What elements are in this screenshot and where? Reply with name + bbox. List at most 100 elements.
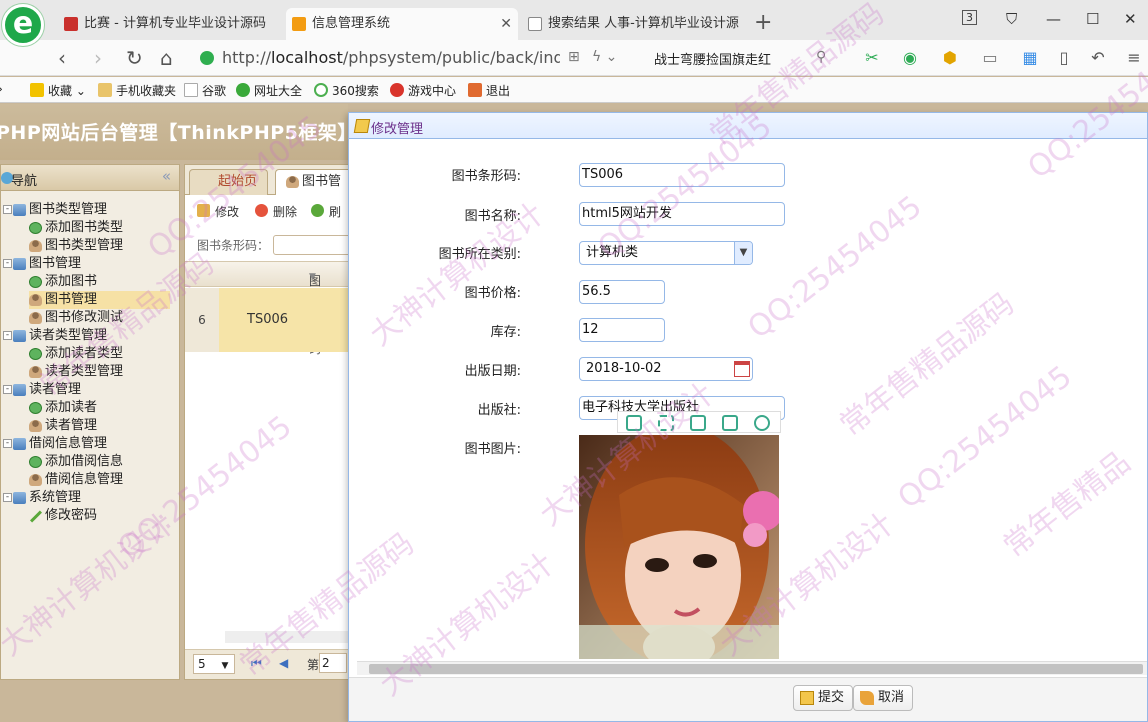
tree-item-reader-type-manage[interactable]: 读者类型管理 — [29, 363, 123, 381]
category-select[interactable]: 计算机类 ▼ — [579, 241, 753, 265]
bookmark-favorites[interactable]: 收藏 ⌄ — [30, 82, 86, 99]
bookmark-logout[interactable]: 退出 — [468, 82, 510, 99]
table-row[interactable]: 6 TS006 — [185, 288, 351, 352]
edit-button[interactable]: 修改 — [197, 203, 239, 220]
image-icon[interactable]: ▭ — [980, 48, 1000, 68]
submit-button[interactable]: 提交 — [793, 685, 854, 711]
prev-page-icon[interactable]: ◀ — [279, 656, 288, 670]
forward-icon[interactable]: › — [94, 46, 102, 70]
search-label: 图书条形码： — [197, 238, 270, 253]
publish-date-field[interactable]: 2018-10-02 — [579, 357, 753, 381]
collapse-toggle-icon[interactable]: - — [3, 331, 12, 340]
tree-group-book-types[interactable]: - 图书类型管理 — [3, 201, 107, 219]
collapse-left-icon[interactable]: « — [162, 167, 171, 185]
tree-item-add-reader-type[interactable]: 添加读者类型 — [29, 345, 123, 363]
refresh-button[interactable]: 刷 — [311, 203, 341, 220]
bookmark-sites[interactable]: 网址大全 — [236, 82, 302, 99]
shirt-skin-icon[interactable]: ⛉ — [1006, 10, 1017, 28]
tree-item-book-edit-test[interactable]: 图书修改测试 — [29, 309, 123, 327]
calendar-icon[interactable] — [734, 361, 750, 377]
tab-count-badge[interactable]: 3 — [962, 10, 977, 25]
first-page-icon[interactable]: ⏮ — [251, 656, 262, 671]
reload-icon[interactable]: ↻ — [126, 46, 143, 70]
close-tab-icon[interactable]: ✕ — [500, 8, 512, 40]
book-name-field[interactable]: html5网站开发 — [579, 202, 785, 226]
undo-icon[interactable]: ↶ — [1088, 48, 1108, 68]
tree-label: 图书管理 — [45, 292, 98, 307]
news-headline[interactable]: 战士弯腰捡国旗走红 — [654, 49, 771, 68]
tree-item-borrow-manage[interactable]: 借阅信息管理 — [29, 471, 123, 489]
delete-button[interactable]: 删除 — [255, 203, 297, 220]
settings-icon[interactable] — [754, 415, 770, 431]
barcode-field[interactable]: TS006 — [579, 163, 785, 187]
page-size-select[interactable]: 5 ▼ — [193, 654, 235, 674]
tree-group-books[interactable]: - 图书管理 — [3, 255, 81, 273]
tree-group-system[interactable]: - 系统管理 — [3, 489, 81, 507]
tree-item-add-book-type[interactable]: 添加图书类型 — [29, 219, 123, 237]
browser-tab-2-active[interactable]: 信息管理系统 ✕ — [286, 8, 518, 40]
bookmark-arrow-icon[interactable]: › — [0, 82, 3, 96]
share-icon[interactable] — [722, 415, 738, 431]
cancel-button[interactable]: 取消 — [853, 685, 914, 711]
page-number-input[interactable]: 2 — [319, 653, 347, 673]
tree-group-borrow[interactable]: - 借阅信息管理 — [3, 435, 107, 453]
tree-group-readers[interactable]: - 读者管理 — [3, 381, 81, 399]
stock-field[interactable]: 12 — [579, 318, 665, 342]
tree-label: 添加读者 — [45, 400, 98, 415]
save-icon[interactable] — [690, 415, 706, 431]
reading-icon[interactable]: ▯ — [1054, 48, 1074, 68]
url-input[interactable]: http://localhost/phpsystem/public/back/i… — [200, 45, 560, 71]
bookmark-games[interactable]: 游戏中心 — [390, 82, 456, 99]
speed-mode-icon[interactable]: ϟ ⌄ — [592, 49, 617, 65]
maximize-icon[interactable]: ☐ — [1086, 10, 1099, 28]
tree-item-reader-manage[interactable]: 读者管理 — [29, 417, 97, 435]
tab-start-page[interactable]: 起始页 — [189, 169, 269, 195]
sort-down-icon: ▼ — [309, 272, 316, 282]
tab-book-manage[interactable]: 图书管 — [275, 169, 353, 195]
home-icon[interactable]: ⌂ — [160, 46, 173, 70]
dialog-scrollbar[interactable] — [357, 661, 1147, 675]
grid-apps-icon[interactable]: ⊞ — [568, 49, 580, 65]
tree-item-change-password[interactable]: 修改密码 — [29, 507, 97, 525]
price-field[interactable]: 56.5 — [579, 280, 665, 304]
tree-item-add-borrow[interactable]: 添加借阅信息 — [29, 453, 123, 471]
minimize-icon[interactable]: — — [1046, 10, 1061, 28]
tree-item-add-book[interactable]: 添加图书 — [29, 273, 97, 291]
new-tab-plus-icon[interactable]: + — [754, 10, 772, 35]
tree-item-add-reader[interactable]: 添加读者 — [29, 399, 97, 417]
collapse-toggle-icon[interactable]: - — [3, 205, 12, 214]
tree-label: 添加借阅信息 — [45, 454, 124, 469]
collapse-toggle-icon[interactable]: - — [3, 385, 12, 394]
tree-group-reader-types[interactable]: - 读者类型管理 — [3, 327, 107, 345]
apps-icon[interactable]: ▦ — [1020, 48, 1040, 68]
browser-tab-1[interactable]: 比赛 - 计算机专业毕业设计源码 — [58, 8, 280, 40]
search-icon[interactable]: ⚲ — [816, 49, 826, 65]
computer-icon — [13, 438, 26, 450]
tree-label: 添加图书类型 — [45, 220, 124, 235]
collapse-toggle-icon[interactable]: - — [3, 493, 12, 502]
back-icon[interactable]: ‹ — [58, 46, 66, 70]
collapse-toggle-icon[interactable]: - — [3, 259, 12, 268]
browser-tab-3[interactable]: 搜索结果 人事-计算机毕业设计源 — [522, 8, 754, 40]
bookmark-360[interactable]: 360搜索 — [314, 82, 379, 99]
menu-icon[interactable]: ≡ — [1124, 48, 1144, 68]
price-label: 图书价格: — [464, 286, 521, 301]
shield-icon[interactable]: ⬢ — [940, 48, 960, 68]
bookmark-mobile[interactable]: 手机收藏夹 — [98, 82, 176, 99]
translate-icon[interactable]: ◉ — [900, 48, 920, 68]
scissors-icon[interactable]: ✂ — [862, 48, 882, 68]
tree-item-book-type-manage[interactable]: 图书类型管理 — [29, 237, 123, 255]
barcode-search-input[interactable] — [273, 235, 354, 255]
expand-icon[interactable] — [658, 415, 674, 431]
book-image-label: 图书图片: — [464, 442, 521, 457]
copy-icon[interactable] — [626, 415, 642, 431]
scrollbar-thumb[interactable] — [369, 664, 1143, 674]
tab-label: 图书管 — [302, 174, 342, 189]
close-window-icon[interactable]: ✕ — [1124, 10, 1137, 28]
collapse-toggle-icon[interactable]: - — [3, 439, 12, 448]
tree-item-book-manage-selected[interactable]: 图书管理 — [29, 291, 170, 309]
grid-scrollbar[interactable] — [225, 631, 349, 643]
app-header: PHP网站后台管理【ThinkPHP5框架】 — [0, 104, 356, 160]
bookmark-google[interactable]: 谷歌 — [184, 82, 226, 99]
page-icon — [184, 83, 198, 97]
